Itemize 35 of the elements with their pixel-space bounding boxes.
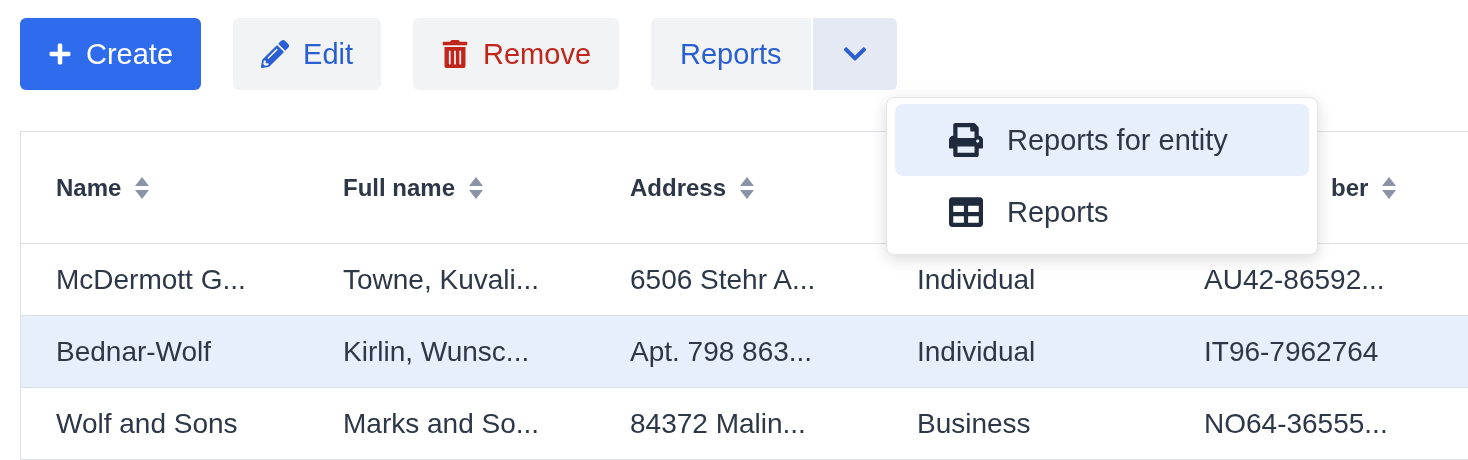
table-cell: IT96-7962764 [1204, 335, 1379, 368]
sort-icon[interactable] [1382, 176, 1397, 199]
table-cell: Individual [917, 263, 1036, 296]
printer-icon [949, 123, 983, 157]
sort-icon[interactable] [469, 176, 484, 199]
column-header: ber [1331, 173, 1369, 202]
column-header: Address [630, 173, 727, 202]
table-cell: 6506 Stehr A... [630, 263, 816, 296]
table-icon [949, 195, 983, 229]
table-cell: Individual [917, 335, 1036, 368]
dropdown-button[interactable] [812, 18, 897, 90]
table-cell: McDermott G... [56, 263, 246, 296]
plus-icon [48, 42, 72, 66]
trash-icon [441, 40, 470, 68]
column-header: Full name [343, 173, 456, 202]
column-header: Name [56, 173, 122, 202]
table-cell: 84372 Malin... [630, 407, 806, 440]
create-button[interactable]: Create [20, 18, 202, 90]
pencil-icon [261, 40, 290, 68]
sort-icon[interactable] [740, 176, 755, 199]
table-cell: NO64-36555... [1204, 407, 1388, 440]
table-cell: AU42-86592... [1204, 263, 1385, 296]
selected-row[interactable]: Bednar-Wolf Kirlin, Wunsc... Apt. 798 863... Individual IT96-7962764 [21, 316, 1468, 388]
menu-item[interactable]: Reports for entity [895, 104, 1309, 176]
table-cell: Bednar-Wolf [56, 335, 212, 368]
table-cell: Wolf and Sons [56, 407, 238, 440]
edit-button[interactable]: Edit [233, 18, 382, 90]
remove-button[interactable]: Remove [413, 18, 620, 90]
reports-button[interactable]: Reports [651, 18, 813, 90]
sort-icon[interactable] [135, 176, 150, 199]
table-cell: Apt. 798 863... [630, 335, 813, 368]
table-cell: Kirlin, Wunsc... [343, 335, 530, 368]
table-cell: Business [917, 407, 1031, 440]
table-cell: Marks and So... [343, 407, 540, 440]
table-cell: Towne, Kuvali... [343, 263, 540, 296]
